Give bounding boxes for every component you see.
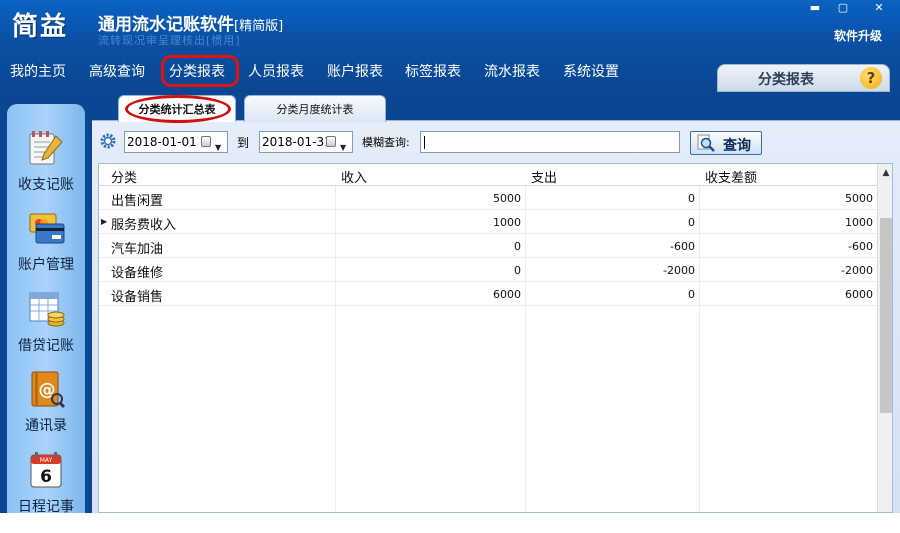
calendar-day: 6 xyxy=(40,467,52,487)
cell-balance: -600 xyxy=(848,240,873,253)
cell-income: 5000 xyxy=(493,192,521,205)
text-caret xyxy=(424,136,425,149)
cell-balance: 5000 xyxy=(845,192,873,205)
cell-category: 出售闲置 xyxy=(111,194,164,209)
date-from-value: 2018-01-01 xyxy=(127,135,197,149)
current-module-tab: 分类报表 ? xyxy=(717,64,890,92)
date-from-dropdown[interactable]: ▼ xyxy=(201,135,225,152)
sidebar-item-bookkeeping[interactable]: 收支记账 xyxy=(7,128,85,208)
search-button-label: 查询 xyxy=(723,138,751,154)
cell-category: 汽车加油 xyxy=(111,242,164,257)
column-header-category[interactable]: 分类 xyxy=(111,167,137,186)
close-button[interactable]: ✕ xyxy=(866,0,892,16)
sidebar: 收支记账 账户管理 借贷记账 @ 通讯录 MAY 6 日程记事 xyxy=(7,104,85,524)
sidebar-item-label: 借贷记账 xyxy=(18,338,74,354)
upgrade-link[interactable]: 软件升级 xyxy=(834,27,882,44)
fuzzy-search-label: 模糊查询: xyxy=(362,136,410,149)
active-tab-highlight xyxy=(125,95,231,123)
scrollbar-thumb[interactable] xyxy=(880,218,892,413)
grid-header: 分类 收入 支出 收支差额 xyxy=(99,164,877,186)
cell-income: 0 xyxy=(514,264,521,277)
date-from-picker[interactable]: 2018-01-01 ▼ xyxy=(124,131,228,153)
cell-expense: -2000 xyxy=(663,264,695,277)
table-row[interactable]: ▶ 服务费收入 1000 0 1000 xyxy=(99,210,877,234)
cell-balance: -2000 xyxy=(841,264,873,277)
menu-item-tag-report[interactable]: 标签报表 xyxy=(405,61,461,81)
menu-item-system-settings[interactable]: 系统设置 xyxy=(563,61,619,81)
cell-category: 设备销售 xyxy=(111,290,164,305)
notepad-pencil-icon xyxy=(29,131,63,165)
date-range-separator: 到 xyxy=(237,136,250,150)
table-row[interactable]: 出售闲置 5000 0 5000 xyxy=(99,186,877,210)
sidebar-item-loans[interactable]: 借贷记账 xyxy=(7,289,85,369)
cell-income: 6000 xyxy=(493,288,521,301)
menu-item-home[interactable]: 我的主页 xyxy=(10,61,66,81)
cell-income: 0 xyxy=(514,240,521,253)
table-row[interactable]: 汽车加油 0 -600 -600 xyxy=(99,234,877,258)
date-to-dropdown[interactable]: ▼ xyxy=(326,135,350,152)
address-book-icon: @ xyxy=(31,371,66,409)
column-header-income[interactable]: 收入 xyxy=(341,167,367,186)
calendar-month: MAY xyxy=(40,457,53,464)
active-menu-highlight xyxy=(161,55,239,87)
column-header-balance[interactable]: 收支差额 xyxy=(705,167,757,186)
table-row[interactable]: 设备销售 6000 0 6000 xyxy=(99,282,877,306)
chevron-down-icon: ▼ xyxy=(215,143,222,152)
app-edition: [精简版] xyxy=(234,19,284,34)
current-module-label: 分类报表 xyxy=(758,72,814,88)
cell-expense: -600 xyxy=(670,240,695,253)
app-window: 简益 通用流水记账软件[精简版] 流转现况审呈理核出[惯用] ▬ ▢ ✕ 软件升… xyxy=(0,0,900,533)
menu-item-flow-report[interactable]: 流水报表 xyxy=(484,61,540,81)
current-row-indicator: ▶ xyxy=(101,217,108,226)
cell-category: 服务费收入 xyxy=(111,218,177,233)
window-bottom-edge xyxy=(0,513,900,533)
menu-item-person-report[interactable]: 人员报表 xyxy=(248,61,304,81)
data-grid: 分类 收入 支出 收支差额 出售闲置 5000 0 5000 ▶ 服务费收入 1… xyxy=(98,163,893,513)
tab-label: 分类月度统计表 xyxy=(276,103,354,116)
cell-balance: 1000 xyxy=(845,216,873,229)
gear-icon[interactable] xyxy=(100,133,116,149)
cell-expense: 0 xyxy=(688,288,695,301)
spreadsheet-coins-icon xyxy=(29,292,65,327)
column-header-expense[interactable]: 支出 xyxy=(531,167,557,186)
sidebar-item-accounts[interactable]: 账户管理 xyxy=(7,208,85,288)
fuzzy-search-input[interactable] xyxy=(420,131,680,153)
calendar-icon xyxy=(326,136,336,147)
date-to-value: 2018-01-31 xyxy=(262,135,332,149)
sidebar-item-contacts[interactable]: @ 通讯录 xyxy=(7,369,85,449)
menu-item-account-report[interactable]: 账户报表 xyxy=(327,61,383,81)
search-button[interactable]: 查询 xyxy=(690,131,762,155)
app-subtitle: 流转现况审呈理核出[惯用] xyxy=(98,34,241,46)
date-to-picker[interactable]: 2018-01-31 ▼ xyxy=(259,131,353,153)
chevron-down-icon: ▼ xyxy=(340,143,347,152)
minimize-button[interactable]: ▬ xyxy=(802,0,828,16)
cell-expense: 0 xyxy=(688,216,695,229)
cell-balance: 6000 xyxy=(845,288,873,301)
search-icon xyxy=(697,134,715,152)
app-logo: 简益 xyxy=(12,12,69,42)
help-icon[interactable]: ? xyxy=(860,67,882,89)
maximize-button[interactable]: ▢ xyxy=(830,0,856,16)
table-row[interactable]: 设备维修 0 -2000 -2000 xyxy=(99,258,877,282)
sidebar-item-label: 收支记账 xyxy=(18,177,74,193)
scroll-up-button[interactable]: ▲ xyxy=(878,164,892,182)
title-bar: 简益 通用流水记账软件[精简版] 流转现况审呈理核出[惯用] ▬ ▢ ✕ 软件升… xyxy=(0,0,900,52)
tab-category-monthly[interactable]: 分类月度统计表 xyxy=(244,95,386,122)
cell-category: 设备维修 xyxy=(111,266,164,281)
credit-card-icon xyxy=(29,213,65,244)
calendar-icon: MAY 6 xyxy=(30,452,62,488)
menu-item-advanced-query[interactable]: 高级查询 xyxy=(89,61,145,81)
sidebar-item-label: 通讯录 xyxy=(25,418,67,434)
vertical-scrollbar[interactable]: ▲ xyxy=(877,164,892,512)
calendar-icon xyxy=(201,136,211,147)
cell-income: 1000 xyxy=(493,216,521,229)
sidebar-item-label: 账户管理 xyxy=(18,257,74,273)
cell-expense: 0 xyxy=(688,192,695,205)
